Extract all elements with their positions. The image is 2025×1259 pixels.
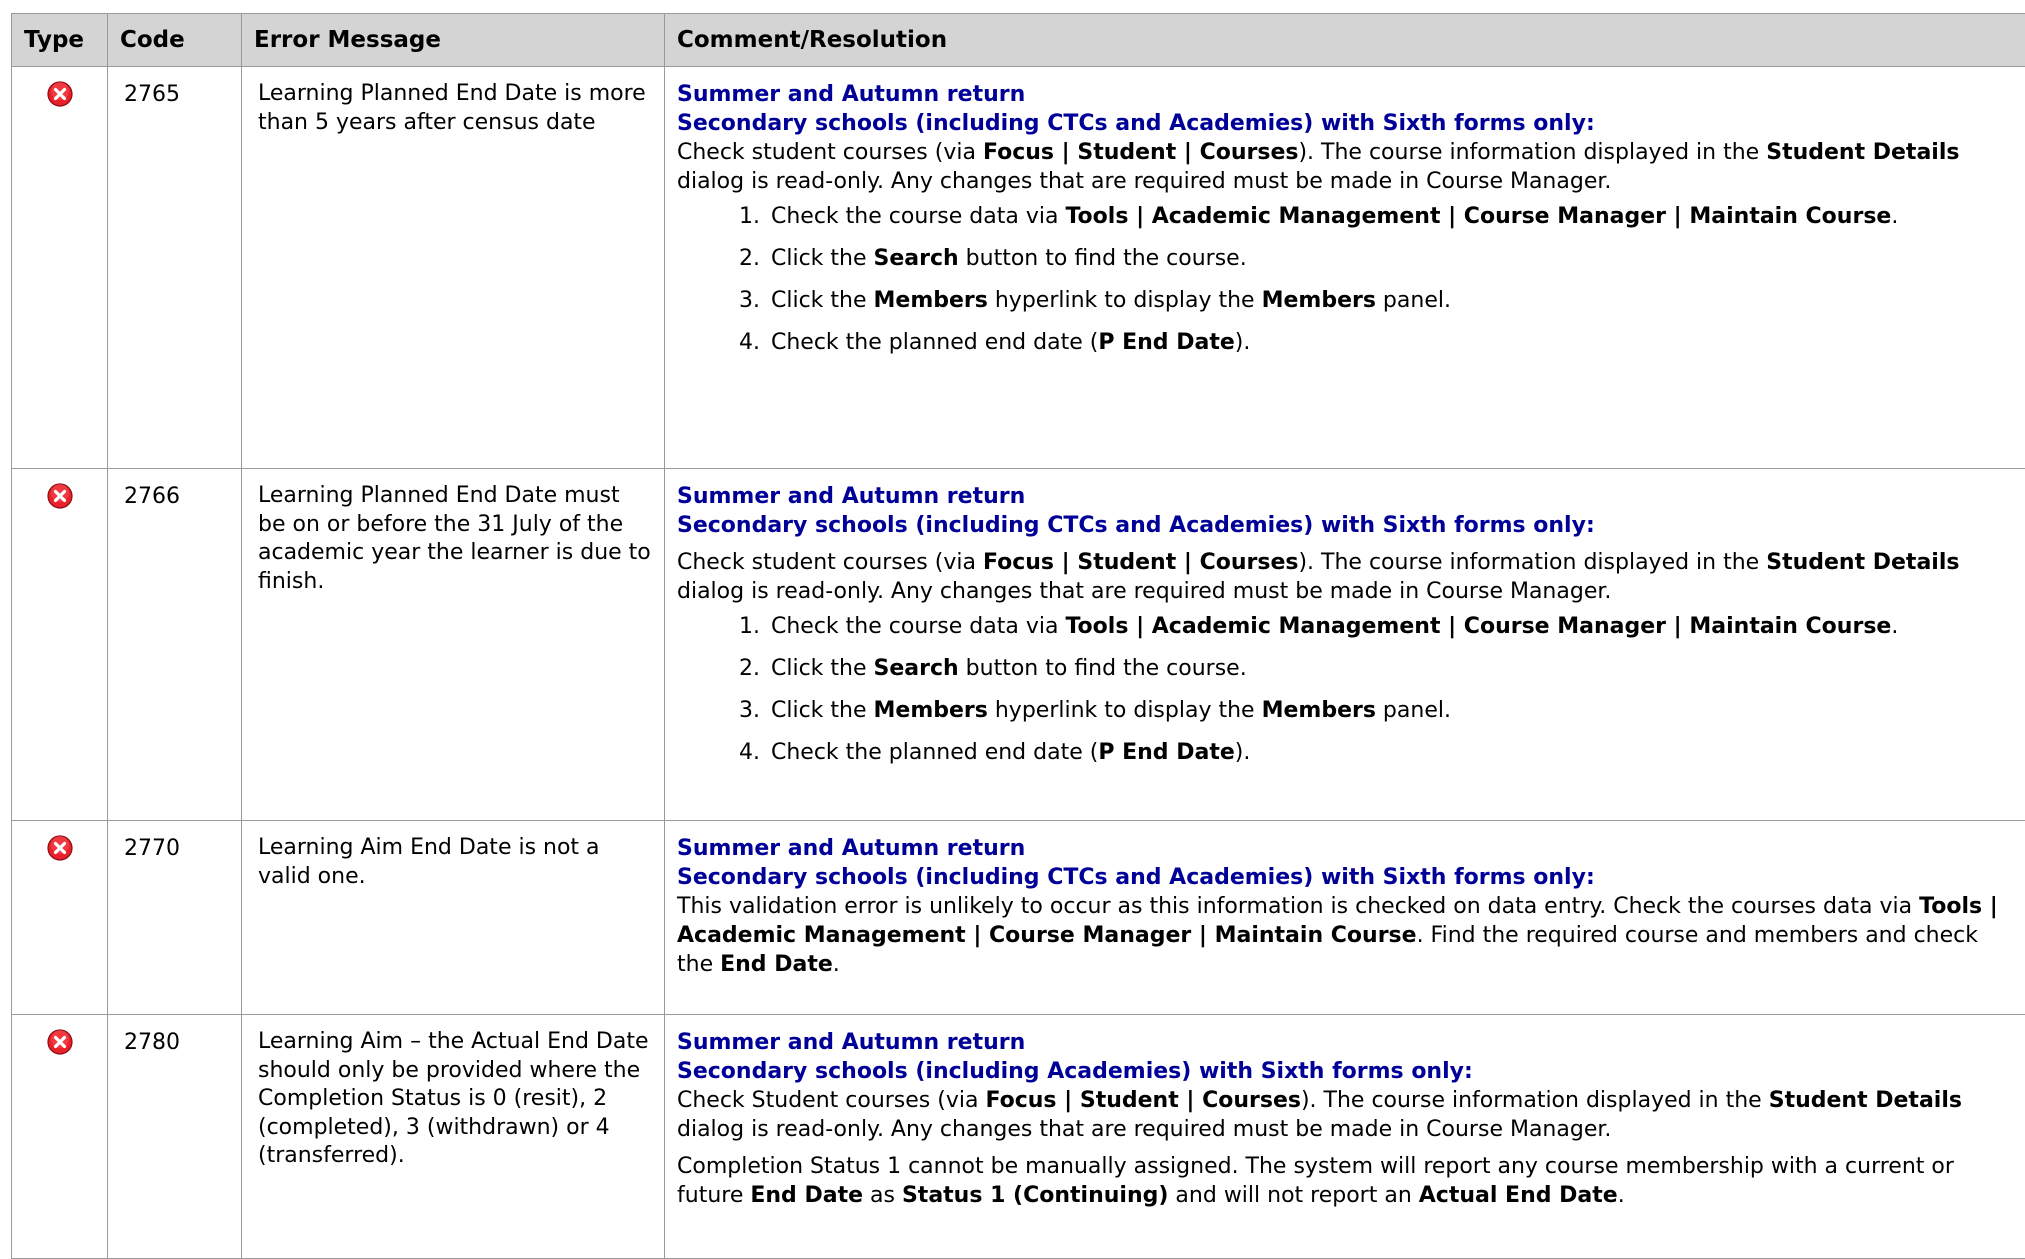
header-type: Type (12, 14, 108, 67)
code-cell: 2770 (108, 821, 242, 1015)
steps-list: 1.Check the course data via Tools | Acad… (677, 202, 2015, 357)
error-icon (47, 835, 73, 867)
table-row: 2766 Learning Planned End Date must be o… (12, 469, 2025, 821)
list-item: 4.Check the planned end date (P End Date… (771, 328, 2015, 357)
return-heading: Summer and Autumn return (677, 80, 2015, 109)
list-item: 1.Check the course data via Tools | Acad… (771, 612, 2015, 641)
header-code: Code (108, 14, 242, 67)
list-item: 2.Click the Search button to find the co… (771, 654, 2015, 683)
header-comment-resolution: Comment/Resolution (665, 14, 2025, 67)
resolution-paragraph: Check student courses (via Focus | Stude… (677, 548, 2015, 606)
student-details-label: Student Details (1769, 1088, 1962, 1113)
error-icon (47, 81, 73, 113)
school-scope-heading: Secondary schools (including Academies) … (677, 1057, 2015, 1086)
code-cell: 2765 (108, 67, 242, 469)
type-cell (12, 1015, 108, 1259)
error-message-cell: Learning Aim – the Actual End Date shoul… (242, 1015, 665, 1259)
focus-path: Focus | Student | Courses (983, 140, 1299, 165)
error-message-cell: Learning Planned End Date is more than 5… (242, 67, 665, 469)
steps-list: 1.Check the course data via Tools | Acad… (677, 612, 2015, 767)
resolution-paragraph: Check student courses (via Focus | Stude… (677, 138, 2015, 196)
code-cell: 2766 (108, 469, 242, 821)
list-item: 3.Click the Members hyperlink to display… (771, 696, 2015, 725)
comment-cell: Summer and Autumn return Secondary schoo… (665, 821, 2025, 1015)
error-message-cell: Learning Planned End Date must be on or … (242, 469, 665, 821)
comment-cell: Summer and Autumn return Secondary schoo… (665, 67, 2025, 469)
list-item: 3.Click the Members hyperlink to display… (771, 286, 2015, 315)
school-scope-heading: Secondary schools (including CTCs and Ac… (677, 511, 2015, 540)
school-scope-heading: Secondary schools (including CTCs and Ac… (677, 109, 2015, 138)
school-scope-heading: Secondary schools (including CTCs and Ac… (677, 863, 2015, 892)
type-cell (12, 821, 108, 1015)
type-cell (12, 469, 108, 821)
list-item: 4.Check the planned end date (P End Date… (771, 738, 2015, 767)
student-details-label: Student Details (1766, 550, 1959, 575)
comment-cell: Summer and Autumn return Secondary schoo… (665, 469, 2025, 821)
student-details-label: Student Details (1766, 140, 1959, 165)
focus-path: Focus | Student | Courses (985, 1088, 1301, 1113)
comment-cell: Summer and Autumn return Secondary schoo… (665, 1015, 2025, 1259)
error-icon (47, 483, 73, 515)
table-row: 2780 Learning Aim – the Actual End Date … (12, 1015, 2025, 1259)
return-heading: Summer and Autumn return (677, 834, 2015, 863)
resolution-paragraph: This validation error is unlikely to occ… (677, 892, 2015, 979)
completion-status-paragraph: Completion Status 1 cannot be manually a… (677, 1152, 2015, 1210)
table-row: 2765 Learning Planned End Date is more t… (12, 67, 2025, 469)
error-message-cell: Learning Aim End Date is not a valid one… (242, 821, 665, 1015)
focus-path: Focus | Student | Courses (983, 550, 1299, 575)
header-error-message: Error Message (242, 14, 665, 67)
error-icon (47, 1029, 73, 1061)
list-item: 2.Click the Search button to find the co… (771, 244, 2015, 273)
code-cell: 2780 (108, 1015, 242, 1259)
list-item: 1.Check the course data via Tools | Acad… (771, 202, 2015, 231)
type-cell (12, 67, 108, 469)
return-heading: Summer and Autumn return (677, 1028, 2015, 1057)
error-table: Type Code Error Message Comment/Resoluti… (11, 13, 2025, 1259)
return-heading: Summer and Autumn return (677, 482, 2015, 511)
header-row: Type Code Error Message Comment/Resoluti… (12, 14, 2025, 67)
table-row: 2770 Learning Aim End Date is not a vali… (12, 821, 2025, 1015)
